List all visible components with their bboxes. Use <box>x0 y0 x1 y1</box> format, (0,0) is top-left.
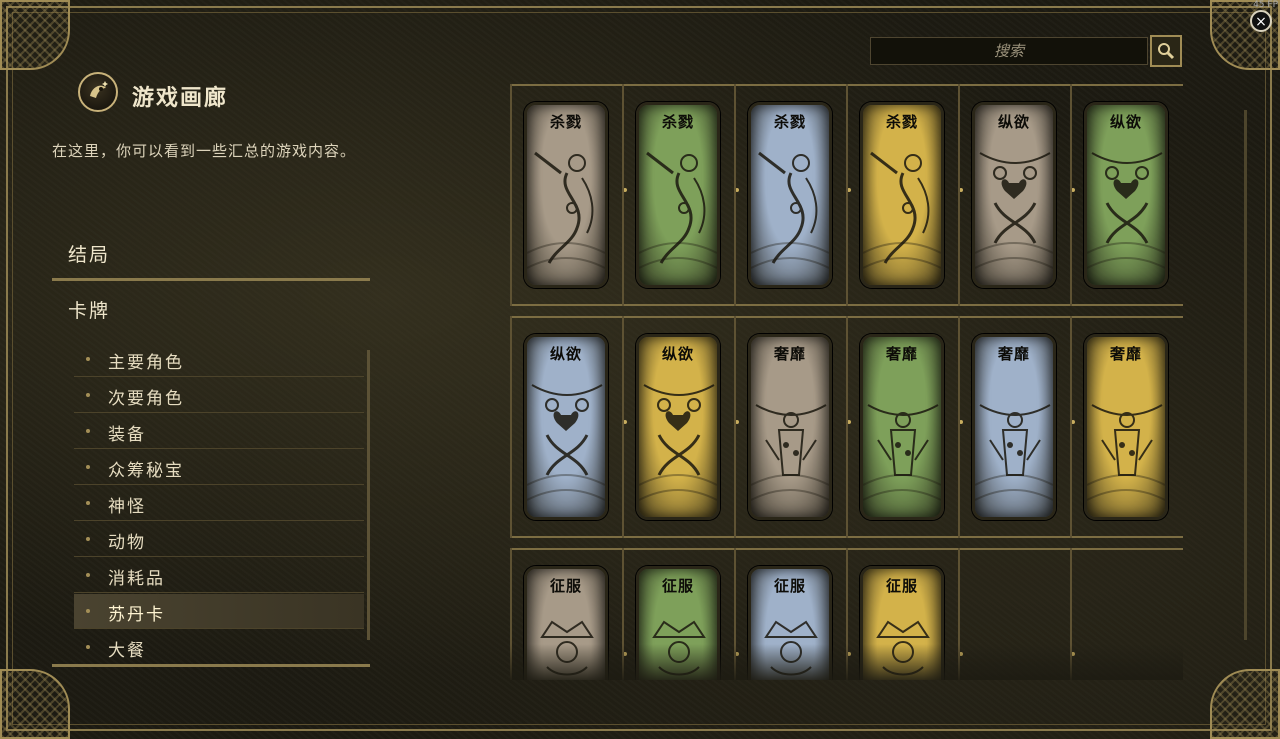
sultan-card[interactable]: 纵欲 <box>972 102 1056 288</box>
subcategory-label: 次要角色 <box>108 389 184 409</box>
card-art-icon <box>639 365 717 517</box>
category-label: 结局 <box>68 244 111 266</box>
search-button[interactable] <box>1150 35 1182 67</box>
subcategory-label: 装备 <box>108 425 146 445</box>
page-title: 游戏画廊 <box>132 85 229 111</box>
card-name: 征服 <box>773 577 806 595</box>
search-icon <box>1158 43 1175 60</box>
card-name: 杀戮 <box>549 113 582 131</box>
card-name: 纵欲 <box>661 345 694 363</box>
sultan-card[interactable]: 奢靡 <box>860 334 944 520</box>
subcategory-label: 动物 <box>108 533 146 553</box>
grid-fade <box>510 644 1183 680</box>
bullet-icon <box>86 357 90 361</box>
card-name: 杀戮 <box>661 113 694 131</box>
sultan-card[interactable]: 杀戮 <box>748 102 832 288</box>
subcategory-label: 大餐 <box>108 641 146 661</box>
subcategory-label: 主要角色 <box>108 353 184 373</box>
card-name: 奢靡 <box>1109 345 1142 363</box>
subcategory-label: 神怪 <box>108 497 146 517</box>
sultan-card[interactable]: 杀戮 <box>860 102 944 288</box>
category-label: 卡牌 <box>68 300 111 322</box>
subcategory-item[interactable]: 次要角色 <box>74 378 364 413</box>
bullet-icon <box>86 501 90 505</box>
card-art-icon <box>527 133 605 285</box>
card-name: 纵欲 <box>1109 113 1142 131</box>
card-grid: 杀戮 杀戮 杀戮 杀戮 纵欲 纵欲 纵欲 纵欲 奢靡 奢靡 奢靡 奢靡 征服 征… <box>510 84 1183 680</box>
subcategory-item[interactable]: 苏丹卡 <box>74 594 364 629</box>
card-art-icon <box>975 133 1053 285</box>
card-art-icon <box>1087 133 1165 285</box>
close-button[interactable]: × <box>1250 10 1272 32</box>
subcategory-item[interactable]: 神怪 <box>74 486 364 521</box>
divider <box>52 664 370 667</box>
sultan-card[interactable]: 奢靡 <box>972 334 1056 520</box>
card-shelf: 杀戮 杀戮 杀戮 杀戮 纵欲 纵欲 <box>510 84 1183 306</box>
subcategory-label: 消耗品 <box>108 569 165 589</box>
card-art-icon <box>975 365 1053 517</box>
card-name: 杀戮 <box>885 113 918 131</box>
card-name: 征服 <box>885 577 918 595</box>
sultan-card[interactable]: 纵欲 <box>524 334 608 520</box>
subcategory-item[interactable]: 装备 <box>74 414 364 449</box>
subcategory-item[interactable]: 主要角色 <box>74 342 364 377</box>
gallery-emblem-icon <box>78 72 118 112</box>
bullet-icon <box>86 537 90 541</box>
card-name: 杀戮 <box>773 113 806 131</box>
sultan-card[interactable]: 奢靡 <box>1084 334 1168 520</box>
sultan-card[interactable]: 杀戮 <box>524 102 608 288</box>
card-art-icon <box>527 365 605 517</box>
card-subcategory-list: 主要角色次要角色装备众筹秘宝神怪动物消耗品苏丹卡大餐 <box>74 342 364 665</box>
bullet-icon <box>86 429 90 433</box>
bullet-icon <box>86 465 90 469</box>
card-art-icon <box>863 133 941 285</box>
subcategory-label: 苏丹卡 <box>108 605 165 625</box>
card-art-icon <box>863 365 941 517</box>
card-name: 征服 <box>549 577 582 595</box>
fps-counter: 45 FP <box>1253 0 1278 10</box>
search-input[interactable]: 搜索 <box>870 37 1148 65</box>
card-art-icon <box>1087 365 1165 517</box>
category-endings[interactable]: 结局 <box>52 240 370 281</box>
card-name: 纵欲 <box>997 113 1030 131</box>
subcategory-item[interactable]: 动物 <box>74 522 364 557</box>
subcategory-item[interactable]: 消耗品 <box>74 558 364 593</box>
sultan-card[interactable]: 奢靡 <box>748 334 832 520</box>
sultan-card[interactable]: 纵欲 <box>1084 102 1168 288</box>
bullet-icon <box>86 393 90 397</box>
search-placeholder: 搜索 <box>993 42 1024 60</box>
card-name: 奢靡 <box>773 345 806 363</box>
page-subtitle: 在这里，你可以看到一些汇总的游戏内容。 <box>52 142 357 160</box>
card-name: 征服 <box>661 577 694 595</box>
grid-scrollbar[interactable] <box>1244 110 1247 640</box>
gallery-window: 45 FP × 游戏画廊 在这里，你可以看到一些汇总的游戏内容。 结局 卡牌 主… <box>0 0 1280 739</box>
bullet-icon <box>86 573 90 577</box>
subcategory-scrollbar[interactable] <box>367 350 370 640</box>
subcategory-label: 众筹秘宝 <box>108 461 184 481</box>
bullet-icon <box>86 609 90 613</box>
card-art-icon <box>751 133 829 285</box>
bullet-icon <box>86 645 90 649</box>
card-name: 奢靡 <box>997 345 1030 363</box>
sultan-card[interactable]: 纵欲 <box>636 334 720 520</box>
card-shelf: 纵欲 纵欲 奢靡 奢靡 奢靡 奢靡 <box>510 316 1183 538</box>
card-art-icon <box>639 133 717 285</box>
card-art-icon <box>751 365 829 517</box>
card-name: 纵欲 <box>549 345 582 363</box>
close-icon: × <box>1255 14 1267 30</box>
sultan-card[interactable]: 杀戮 <box>636 102 720 288</box>
card-name: 奢靡 <box>885 345 918 363</box>
subcategory-item[interactable]: 众筹秘宝 <box>74 450 364 485</box>
category-cards[interactable]: 卡牌 <box>52 296 370 336</box>
subcategory-item[interactable]: 大餐 <box>74 630 364 665</box>
